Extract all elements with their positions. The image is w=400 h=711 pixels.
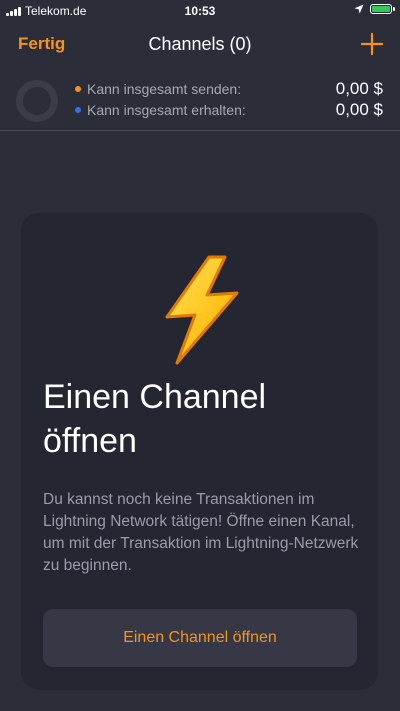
receive-capacity-row: Kann insgesamt erhalten: 0,00 $ bbox=[75, 100, 383, 120]
send-capacity-row: Kann insgesamt senden: 0,00 $ bbox=[75, 79, 383, 99]
location-arrow-icon bbox=[354, 4, 364, 14]
status-bar: Telekom.de 10:53 bbox=[0, 0, 400, 22]
open-channel-card: Einen Channel öffnen Du kannst noch kein… bbox=[21, 213, 378, 690]
battery-icon bbox=[370, 4, 395, 14]
status-bar-right bbox=[354, 4, 395, 14]
send-capacity-label: Kann insgesamt senden: bbox=[87, 81, 242, 97]
open-channel-button[interactable]: Einen Channel öffnen bbox=[43, 609, 357, 667]
send-dot-icon bbox=[75, 86, 81, 92]
capacity-ring-chart bbox=[16, 80, 58, 122]
plus-icon[interactable] bbox=[358, 30, 386, 58]
lightning-icon bbox=[165, 255, 239, 365]
channels-screen: Telekom.de 10:53 Fertig Channels (0) Kan… bbox=[0, 0, 400, 711]
receive-capacity-label: Kann insgesamt erhalten: bbox=[87, 102, 246, 118]
receive-dot-icon bbox=[75, 107, 81, 113]
page-title: Channels (0) bbox=[148, 34, 252, 54]
receive-capacity-value: 0,00 $ bbox=[335, 100, 383, 119]
card-description: Du kannst noch keine Transaktionen im Li… bbox=[43, 491, 359, 574]
status-time: 10:53 bbox=[184, 4, 216, 18]
navigation-bar: Fertig Channels (0) bbox=[0, 22, 400, 66]
balance-summary: Kann insgesamt senden: 0,00 $ Kann insge… bbox=[0, 66, 400, 131]
card-title: Einen Channel öffnen bbox=[43, 378, 267, 460]
send-capacity-value: 0,00 $ bbox=[335, 79, 383, 98]
